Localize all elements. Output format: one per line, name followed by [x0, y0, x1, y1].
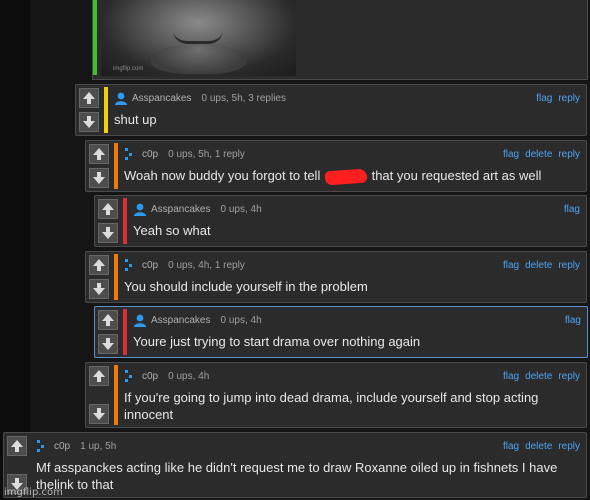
thread-color-bar	[123, 198, 127, 244]
comment-stats: 0 ups, 4h, 1 reply	[168, 259, 245, 271]
upvote-button[interactable]	[89, 366, 109, 386]
reply-link[interactable]: reply	[558, 371, 580, 382]
arrow-up-icon	[83, 92, 95, 104]
person-icon	[134, 314, 146, 327]
flag-link[interactable]: flag	[564, 204, 580, 215]
thread-color-bar	[104, 87, 108, 133]
reply-link[interactable]: reply	[558, 260, 580, 271]
comment: Asspancakes 0 ups, 5h, 3 replies flag re…	[75, 84, 587, 136]
username[interactable]: Asspancakes	[151, 204, 210, 215]
person-icon	[115, 92, 127, 105]
delete-link[interactable]: delete	[525, 371, 552, 382]
flag-link[interactable]: flag	[503, 149, 519, 160]
comment: Asspancakes 0 ups, 4h flag Yeah so what	[94, 195, 587, 247]
arrow-up-icon	[93, 148, 105, 160]
arrow-up-icon	[102, 314, 114, 326]
comment-highlighted: Asspancakes 0 ups, 4h flag Youre just tr…	[94, 306, 588, 358]
delete-link[interactable]: delete	[525, 149, 552, 160]
reply-link[interactable]: reply	[558, 93, 580, 104]
comment-text: Woah now buddy you forgot to tell that y…	[124, 167, 578, 186]
arrow-up-icon	[93, 259, 105, 271]
comment-text: You should include yourself in the probl…	[124, 279, 368, 294]
comment-stats: 0 ups, 4h	[220, 314, 262, 326]
flag-link[interactable]: flag	[536, 93, 552, 104]
arrow-down-icon	[93, 283, 105, 295]
comment-stats: 0 ups, 5h, 3 replies	[201, 92, 286, 104]
upvote-button[interactable]	[98, 310, 118, 330]
pixel-avatar-icon	[124, 147, 138, 161]
site-watermark: imgflip.com	[4, 487, 63, 498]
comment: c0p 0 ups, 4h, 1 reply flag delete reply…	[85, 251, 587, 303]
arrow-down-icon	[83, 116, 95, 128]
arrow-down-icon	[93, 408, 105, 420]
username[interactable]: c0p	[142, 371, 158, 382]
posted-image[interactable]: imgflip.com	[101, 0, 296, 76]
arrow-up-icon	[102, 203, 114, 215]
reply-link[interactable]: reply	[558, 149, 580, 160]
downvote-button[interactable]	[79, 112, 99, 132]
username[interactable]: c0p	[54, 441, 70, 452]
downvote-button[interactable]	[98, 223, 118, 243]
pixel-avatar-icon	[36, 439, 50, 453]
comment: c0p 1 up, 5h flag delete reply Mf asspan…	[3, 432, 587, 498]
comment: c0p 0 ups, 5h, 1 reply flag delete reply…	[85, 140, 587, 192]
redaction-scribble	[324, 168, 368, 186]
comment-stats: 1 up, 5h	[80, 440, 117, 452]
comment-text: shut up	[114, 112, 157, 127]
reply-link[interactable]: reply	[558, 441, 580, 452]
image-comment-panel: imgflip.com	[92, 0, 588, 80]
thread-color-bar	[114, 365, 118, 425]
downvote-button[interactable]	[98, 334, 118, 354]
upvote-button[interactable]	[79, 88, 99, 108]
username[interactable]: Asspancakes	[151, 315, 210, 326]
thread-color-bar	[114, 254, 118, 300]
comment-stats: 0 ups, 4h	[220, 203, 262, 215]
upvote-button[interactable]	[98, 199, 118, 219]
arrow-up-icon	[93, 370, 105, 382]
comment-text: Youre just trying to start drama over no…	[133, 334, 421, 349]
arrow-down-icon	[102, 338, 114, 350]
left-gutter	[0, 0, 30, 500]
delete-link[interactable]: delete	[525, 441, 552, 452]
flag-link[interactable]: flag	[503, 441, 519, 452]
comment-stats: 0 ups, 5h, 1 reply	[168, 148, 245, 160]
thread-color-bar	[114, 143, 118, 189]
comment-text: Mf asspanckes acting like he didn't requ…	[36, 460, 558, 492]
comment-text: If you're going to jump into dead drama,…	[124, 390, 539, 422]
username[interactable]: c0p	[142, 149, 158, 160]
pixel-avatar-icon	[124, 369, 138, 383]
delete-link[interactable]: delete	[525, 260, 552, 271]
comment-text: Yeah so what	[133, 223, 211, 238]
flag-link[interactable]: flag	[503, 371, 519, 382]
person-icon	[134, 203, 146, 216]
thread-color-bar	[123, 309, 127, 355]
upvote-button[interactable]	[7, 436, 27, 456]
flag-link[interactable]: flag	[503, 260, 519, 271]
username[interactable]: Asspancakes	[132, 93, 191, 104]
pixel-avatar-icon	[124, 258, 138, 272]
upvote-button[interactable]	[89, 144, 109, 164]
downvote-button[interactable]	[89, 404, 109, 424]
arrow-down-icon	[93, 172, 105, 184]
downvote-button[interactable]	[89, 279, 109, 299]
comment: c0p 0 ups, 4h flag delete reply If you'r…	[85, 362, 587, 428]
upvote-button[interactable]	[89, 255, 109, 275]
arrow-down-icon	[102, 227, 114, 239]
username[interactable]: c0p	[142, 260, 158, 271]
comment-stats: 0 ups, 4h	[168, 370, 210, 382]
thread-color-bar	[93, 0, 97, 75]
flag-link[interactable]: flag	[565, 315, 581, 326]
downvote-button[interactable]	[89, 168, 109, 188]
arrow-up-icon	[11, 440, 23, 452]
